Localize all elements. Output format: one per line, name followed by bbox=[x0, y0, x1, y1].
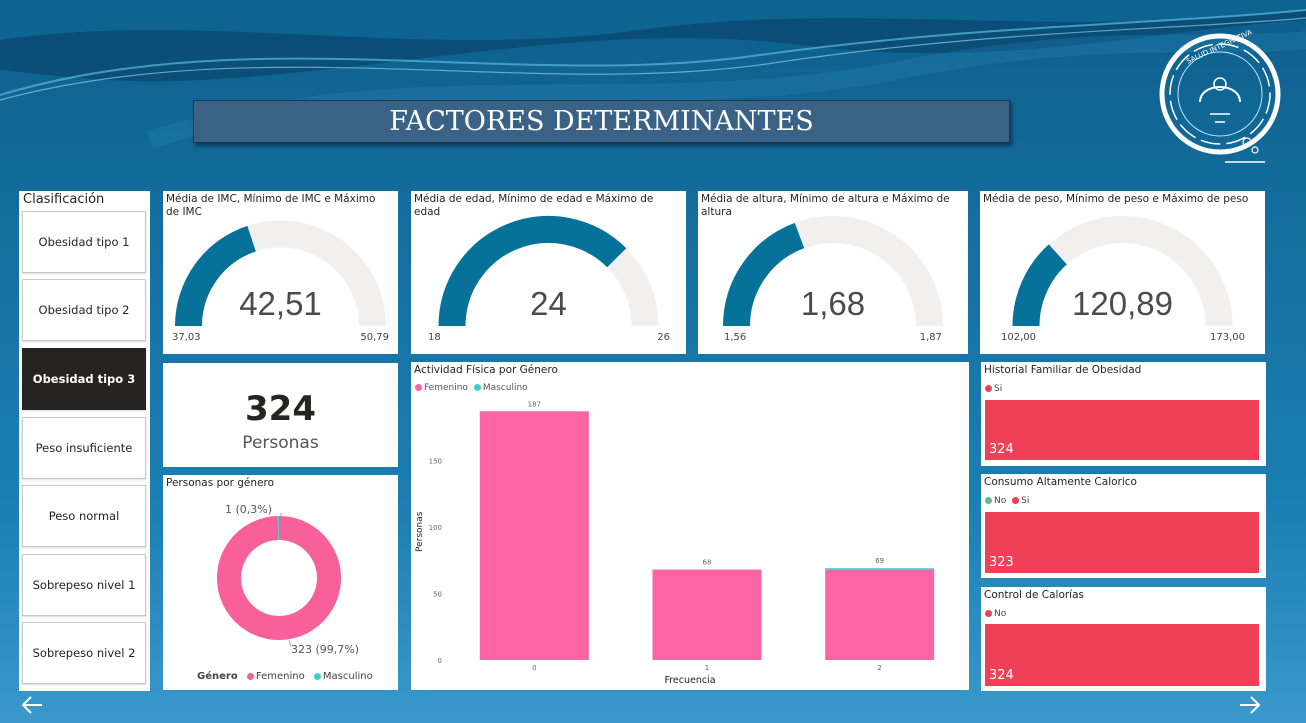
y-tick-label: 150 bbox=[429, 458, 442, 466]
bar-total: 323 bbox=[989, 555, 1014, 570]
panel-title: Control de Calorías bbox=[984, 589, 1085, 601]
actividad-fisica-chart[interactable]: Actividad Física por Género Femenino Mas… bbox=[411, 362, 969, 690]
donut-label-masculino: 1 (0,3%) bbox=[225, 503, 273, 516]
gauge-arc bbox=[438, 216, 659, 327]
personas-card[interactable]: 324 Personas bbox=[163, 363, 398, 467]
slicer-item-obesidad-tipo-1[interactable]: Obesidad tipo 1 bbox=[22, 211, 146, 273]
slicer-item-sobrepeso-nivel-1[interactable]: Sobrepeso nivel 1 bbox=[22, 554, 146, 616]
gauge-min: 102,00 bbox=[1001, 332, 1036, 343]
legend-dot-si bbox=[985, 385, 992, 392]
bar-total: 324 bbox=[989, 668, 1014, 683]
gauge-min: 18 bbox=[428, 332, 441, 343]
donut-legend: Género Femenino Masculino bbox=[197, 671, 373, 682]
arrow-right-icon[interactable] bbox=[1238, 693, 1262, 717]
page-title: FACTORES DETERMINANTES bbox=[193, 100, 1010, 143]
legend-dot-si bbox=[1012, 497, 1020, 504]
gauge-max: 50,79 bbox=[360, 332, 389, 343]
gauge-peso[interactable]: Média de peso, Mínimo de peso e Máximo d… bbox=[980, 191, 1265, 354]
gauge-value: 42,51 bbox=[239, 285, 322, 322]
gauge-altura[interactable]: Média de altura, Mínimo de altura e Máxi… bbox=[698, 191, 968, 354]
consumo-calorico-chart[interactable]: Consumo Altamente Calorico No Si 323 bbox=[981, 474, 1266, 578]
bar-no[interactable]: 324 bbox=[985, 624, 1259, 686]
bar-si[interactable]: 324 bbox=[985, 400, 1259, 460]
legend: Si bbox=[985, 384, 1002, 394]
bar-femenino bbox=[652, 569, 762, 660]
bar-si[interactable]: 323 bbox=[985, 512, 1259, 573]
y-axis-label-wrap: Personas bbox=[411, 512, 431, 552]
gauge-arc bbox=[175, 220, 386, 327]
gauge-imc[interactable]: Média de IMC, Mínimo de IMC e Máximo de … bbox=[163, 191, 398, 354]
x-tick-label: 0 bbox=[532, 664, 536, 672]
slicer-item-peso-insuficiente[interactable]: Peso insuficiente bbox=[22, 417, 146, 479]
legend-no[interactable]: No bbox=[994, 496, 1006, 506]
gauge-edad[interactable]: Média de edad, Mínimo de edad e Máximo d… bbox=[411, 191, 686, 354]
control-calorias-chart[interactable]: Control de Calorías No 324 bbox=[981, 587, 1266, 691]
bar-femenino bbox=[825, 569, 935, 660]
y-tick-label: 0 bbox=[438, 657, 442, 665]
card-label: Personas bbox=[242, 433, 319, 453]
slicer-item-peso-normal[interactable]: Peso normal bbox=[22, 485, 146, 547]
legend-dot-femenino bbox=[246, 672, 254, 680]
gauge-value: 120,89 bbox=[1072, 285, 1173, 322]
gauge-max: 1,87 bbox=[919, 332, 942, 343]
panel-title: Historial Familiar de Obesidad bbox=[984, 364, 1142, 376]
slicer-item-sobrepeso-nivel-2[interactable]: Sobrepeso nivel 2 bbox=[22, 622, 146, 684]
gauge-value: 24 bbox=[530, 285, 567, 322]
personas-por-genero-chart[interactable]: Personas por género 1 (0,3%) 323 (99,7%)… bbox=[163, 475, 398, 690]
y-tick-label: 50 bbox=[433, 591, 442, 599]
legend-title: Género bbox=[197, 671, 238, 682]
donut-slice-femenino bbox=[217, 516, 341, 640]
donut-svg bbox=[217, 513, 341, 648]
panel-title: Consumo Altamente Calorico bbox=[984, 476, 1137, 488]
gauge-min: 1,56 bbox=[724, 332, 747, 343]
bar-data-label: 68 bbox=[703, 559, 712, 567]
gauge-arc bbox=[1012, 216, 1233, 327]
x-tick-label: 1 bbox=[705, 664, 709, 672]
bar-data-label: 187 bbox=[528, 400, 541, 408]
logo: SALUD INTEGRATIVA bbox=[1159, 28, 1281, 163]
arrow-left-icon[interactable] bbox=[20, 693, 44, 717]
slicer-item-obesidad-tipo-3[interactable]: Obesidad tipo 3 bbox=[22, 348, 146, 410]
bar-chart-svg: 0501001501870681692 bbox=[429, 400, 935, 672]
legend-si[interactable]: Si bbox=[994, 384, 1002, 394]
gauge-value: 1,68 bbox=[800, 285, 866, 322]
gauge-max: 173,00 bbox=[1210, 332, 1245, 343]
x-axis-label: Frecuencia bbox=[664, 675, 716, 686]
bar-femenino bbox=[479, 411, 589, 660]
x-tick-label: 2 bbox=[877, 664, 881, 672]
gauge-max: 26 bbox=[657, 332, 670, 343]
legend-masculino[interactable]: Masculino bbox=[323, 671, 373, 682]
card-value: 324 bbox=[245, 389, 316, 429]
legend-no[interactable]: No bbox=[994, 609, 1006, 619]
gauge-arc bbox=[723, 216, 943, 327]
clasificacion-slicer: Clasificación Obesidad tipo 1 Obesidad t… bbox=[19, 191, 150, 691]
bar-data-label: 69 bbox=[875, 557, 884, 565]
legend: No Si bbox=[985, 496, 1029, 506]
slicer-title: Clasificación bbox=[23, 192, 105, 207]
legend-femenino[interactable]: Femenino bbox=[256, 671, 305, 682]
donut-label-femenino: 323 (99,7%) bbox=[291, 643, 360, 656]
legend-dot-no bbox=[985, 610, 992, 617]
slicer-item-obesidad-tipo-2[interactable]: Obesidad tipo 2 bbox=[22, 279, 146, 341]
bar-total: 324 bbox=[989, 442, 1014, 457]
legend: No bbox=[985, 609, 1006, 619]
gauge-min: 37,03 bbox=[172, 332, 201, 343]
legend-dot-no bbox=[985, 497, 992, 504]
bar-masculino bbox=[825, 568, 935, 570]
legend-dot-masculino bbox=[313, 672, 321, 680]
historial-familiar-chart[interactable]: Historial Familiar de Obesidad Si 324 bbox=[981, 362, 1266, 466]
legend-si[interactable]: Si bbox=[1021, 496, 1029, 506]
y-axis-label: Personas bbox=[415, 511, 425, 552]
